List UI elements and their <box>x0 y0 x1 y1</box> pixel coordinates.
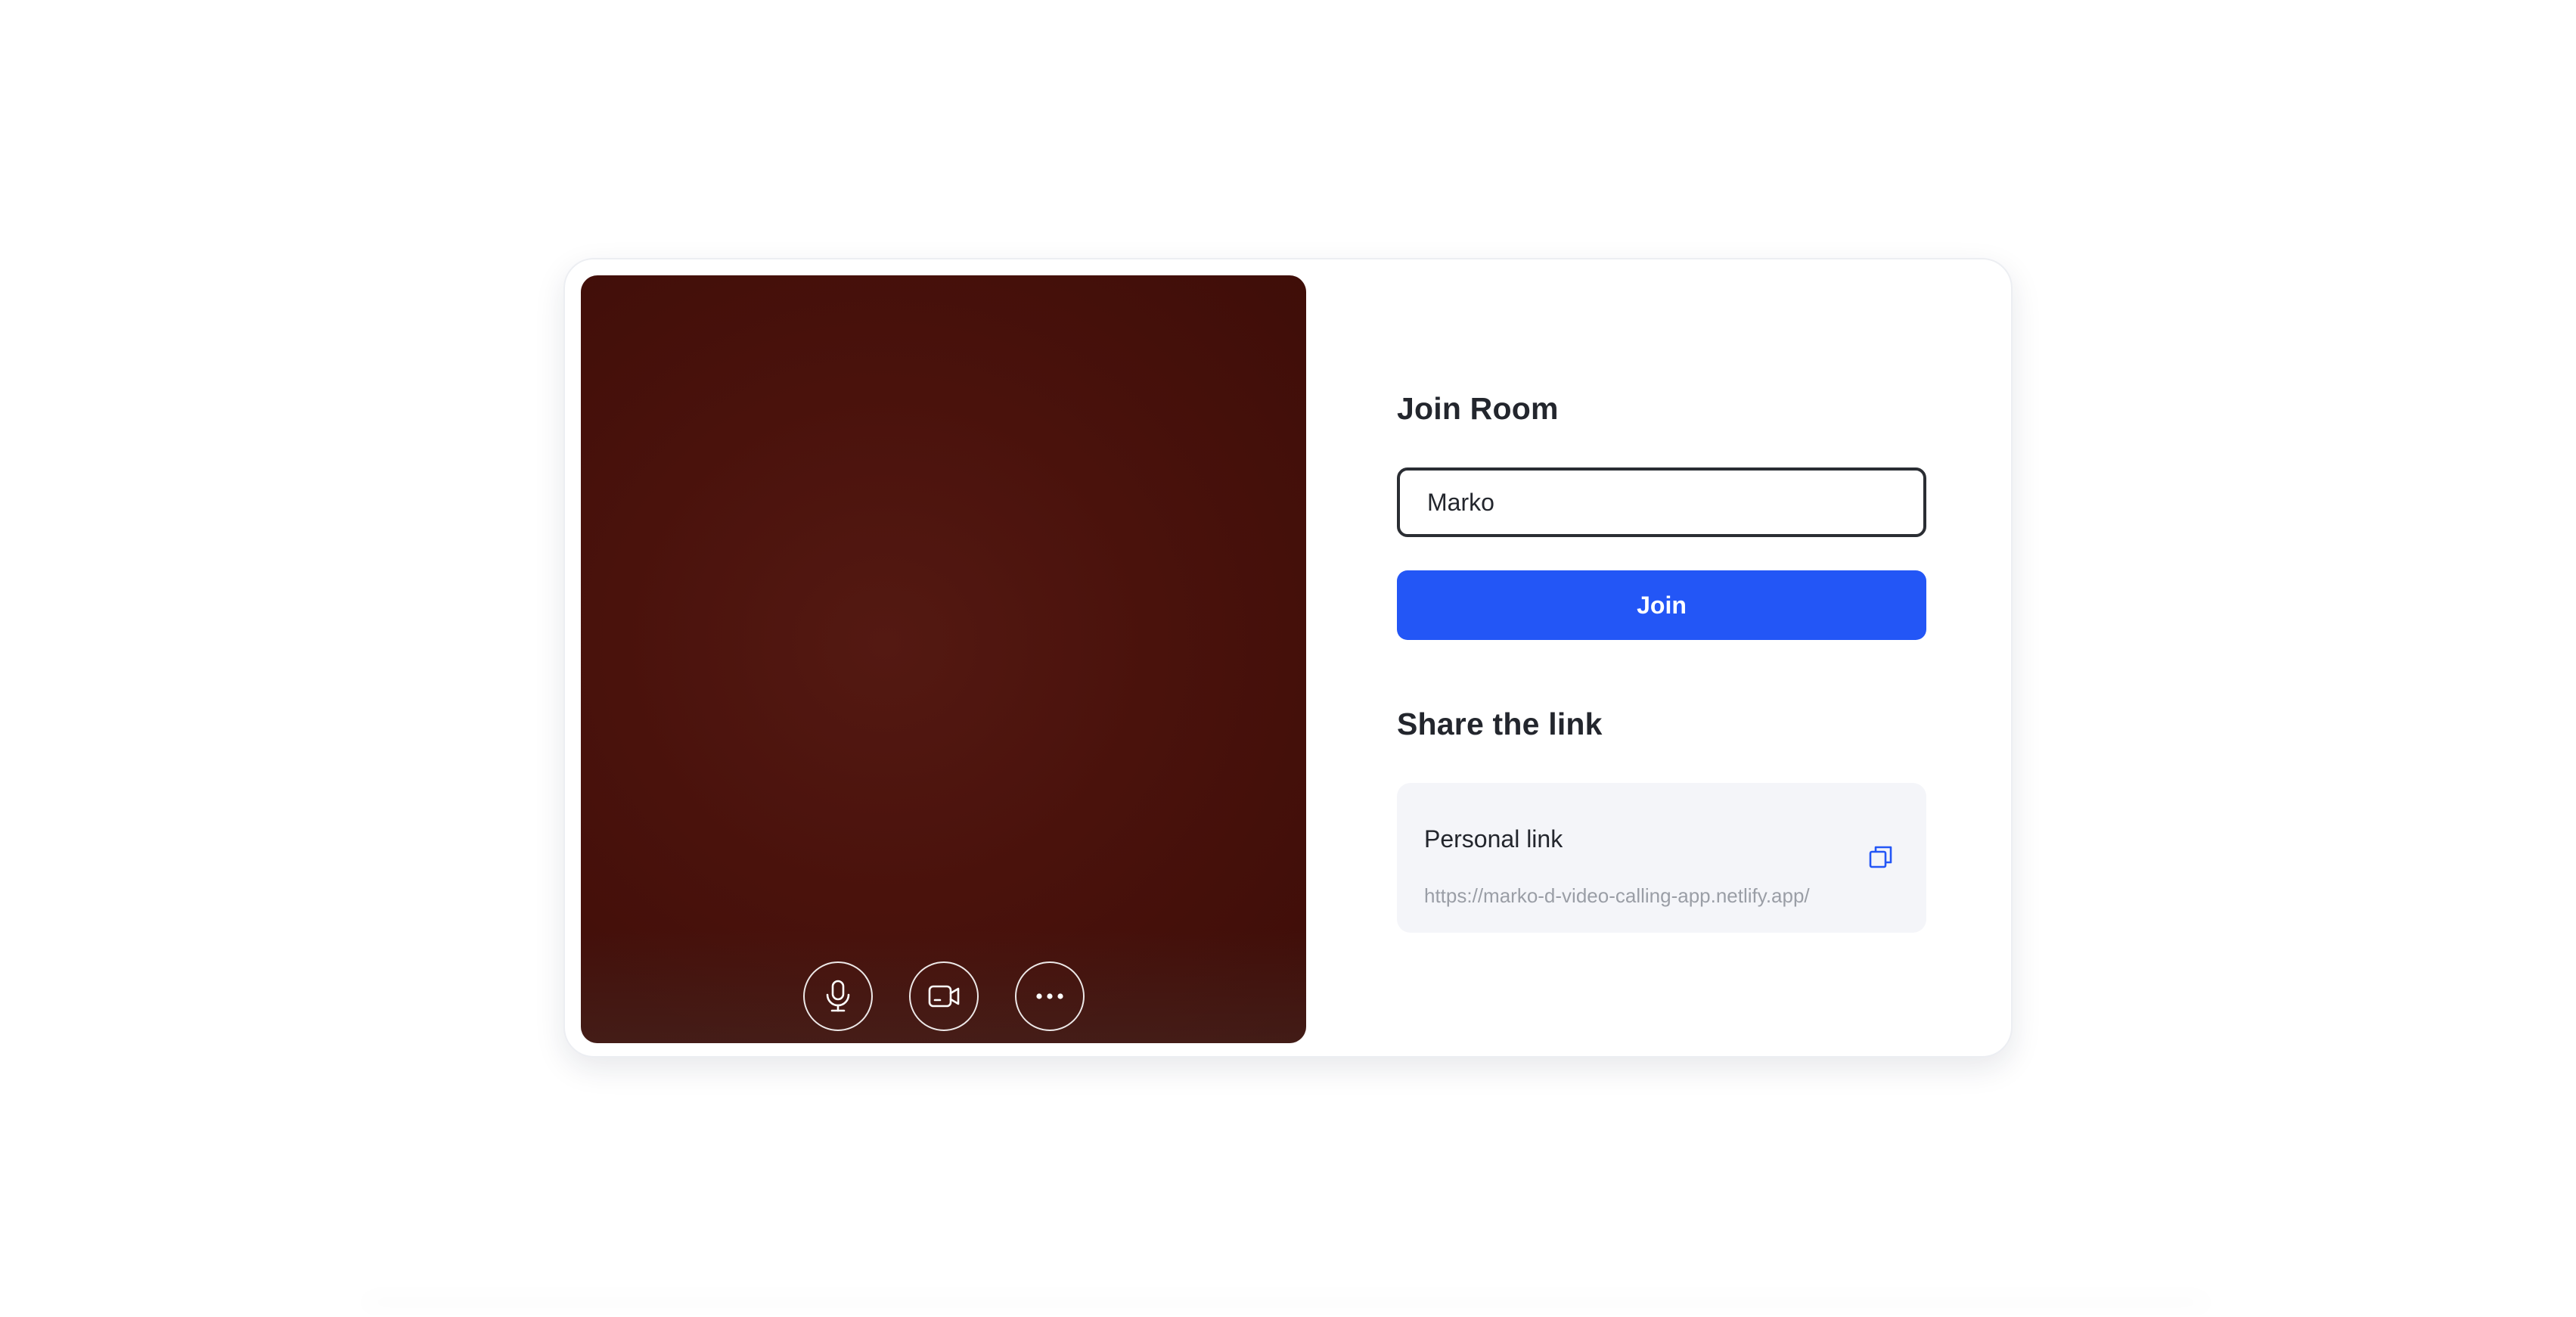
copy-icon[interactable] <box>1867 843 1895 871</box>
camera-icon <box>928 985 959 1008</box>
personal-link-box: Personal link https://marko-d-video-call… <box>1397 783 1926 933</box>
name-input[interactable] <box>1397 467 1926 537</box>
microphone-button[interactable] <box>802 961 873 1031</box>
more-icon <box>1035 993 1063 999</box>
join-button[interactable]: Join <box>1397 570 1926 640</box>
video-preview <box>581 275 1306 1043</box>
more-options-button[interactable] <box>1014 961 1085 1031</box>
personal-link-label: Personal link <box>1424 825 1563 853</box>
share-link-heading: Share the link <box>1397 707 1603 741</box>
join-room-heading: Join Room <box>1397 391 1559 426</box>
camera-button[interactable] <box>908 961 979 1031</box>
video-controls <box>581 961 1306 1031</box>
prejoin-card: Join Room Join Share the link Personal l… <box>563 258 2013 1058</box>
join-panel: Join Room Join Share the link Personal l… <box>1397 259 1926 1056</box>
microphone-icon <box>826 980 849 1012</box>
personal-link-url[interactable]: https://marko-d-video-calling-app.netlif… <box>1424 886 1810 905</box>
page: Join Room Join Share the link Personal l… <box>0 0 2576 1317</box>
